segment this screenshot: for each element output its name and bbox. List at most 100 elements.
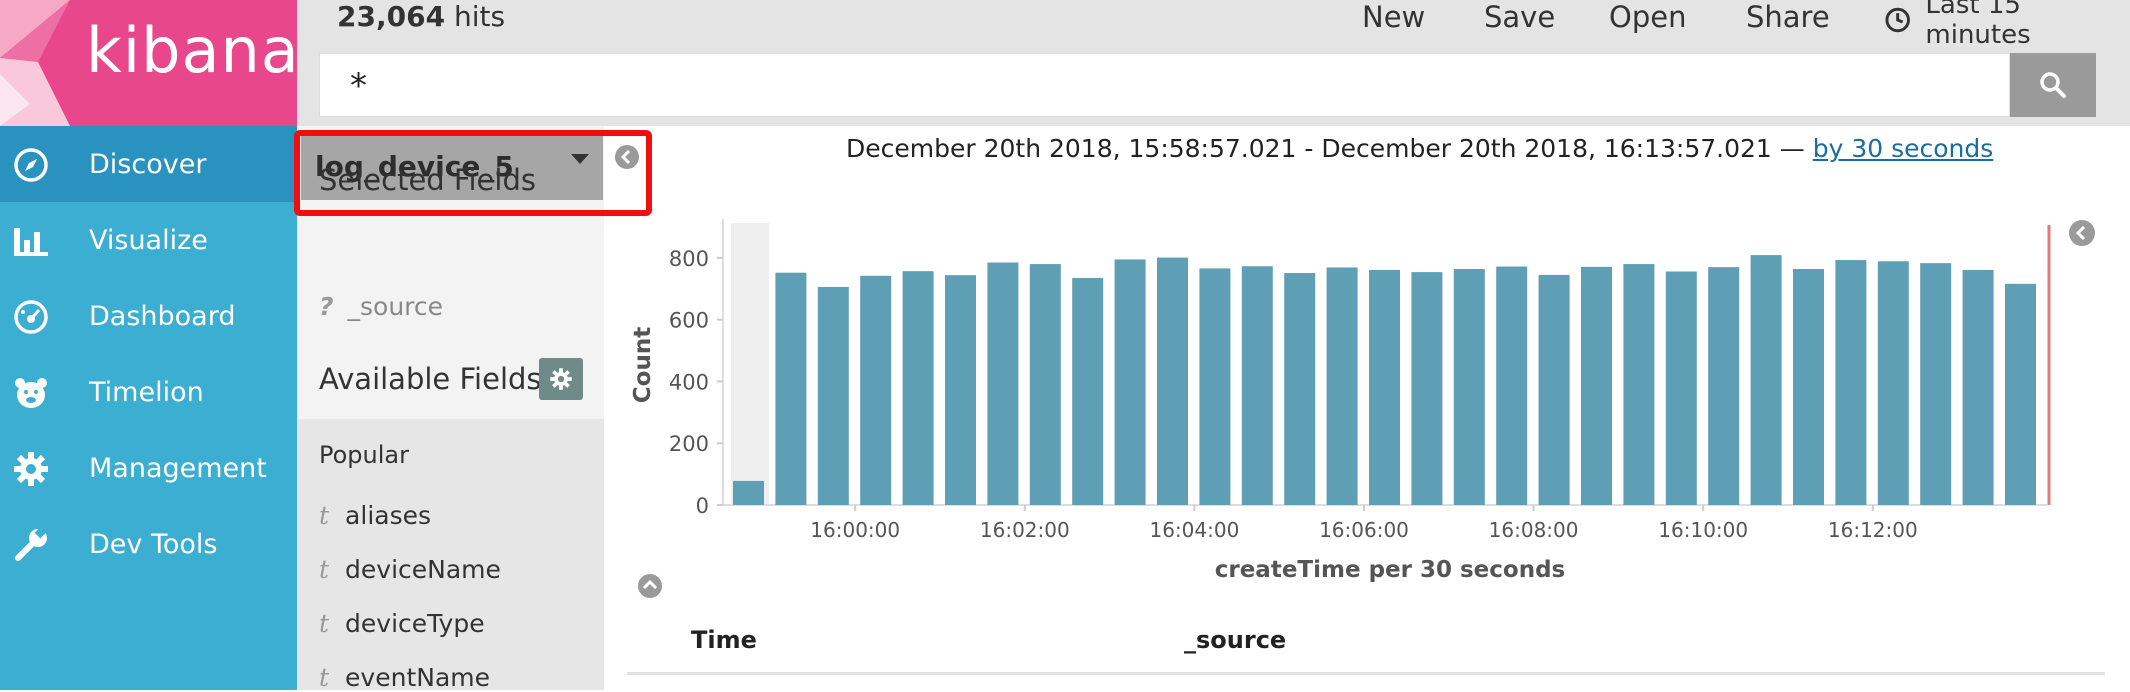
selected-field-source[interactable]: ? _source bbox=[319, 292, 443, 321]
kibana-logo[interactable]: kibana bbox=[0, 0, 297, 126]
histogram-bar bbox=[1793, 269, 1824, 505]
nav-item-visualize[interactable]: Visualize bbox=[0, 202, 297, 278]
time-range-text: December 20th 2018, 15:58:57.021 - Decem… bbox=[846, 134, 1805, 163]
x-tick-label: 16:04:00 bbox=[1149, 518, 1239, 542]
histogram-bar bbox=[1496, 266, 1528, 505]
field-name: _source bbox=[347, 292, 444, 321]
y-tick-label: 0 bbox=[696, 494, 709, 518]
y-axis-title: Count bbox=[630, 327, 656, 403]
histogram-bar bbox=[817, 286, 849, 505]
histogram-bar bbox=[1157, 257, 1188, 505]
field-type-unknown: ? bbox=[319, 292, 334, 321]
histogram-bar bbox=[775, 272, 807, 505]
field-name: eventName bbox=[345, 663, 491, 692]
histogram-bar bbox=[1453, 269, 1485, 505]
main-nav: Discover Visualize Dashboard Timelion Ma… bbox=[0, 126, 297, 690]
nav-item-dev-tools[interactable]: Dev Tools bbox=[0, 506, 297, 582]
popular-title: Popular bbox=[319, 441, 409, 469]
nav-label: Timelion bbox=[89, 376, 204, 408]
bear-icon bbox=[15, 378, 47, 408]
nav-label: Dashboard bbox=[89, 300, 236, 332]
histogram-chart: 0 200 400 600 800 16:00:00 16:02:00 16:04:00 16:… bbox=[630, 219, 2051, 583]
field-settings-button[interactable] bbox=[539, 358, 583, 400]
open-button[interactable]: Open bbox=[1609, 0, 1686, 34]
x-tick-label: 16:06:00 bbox=[1319, 518, 1409, 542]
field-name: deviceType bbox=[345, 609, 485, 638]
column-header-source[interactable]: _source bbox=[1184, 626, 1286, 654]
histogram-bar bbox=[1920, 263, 1952, 505]
y-tick-label: 200 bbox=[669, 432, 709, 456]
histogram-bar bbox=[860, 275, 892, 505]
histogram-bar bbox=[945, 275, 976, 505]
histogram-bar bbox=[1877, 261, 1909, 505]
share-button[interactable]: Share bbox=[1746, 0, 1830, 34]
field-item-devicename[interactable]: t deviceName bbox=[319, 555, 501, 584]
gear-icon bbox=[550, 368, 572, 390]
time-picker[interactable]: Last 15 minutes bbox=[1884, 0, 2130, 50]
field-item-devicetype[interactable]: t deviceType bbox=[319, 609, 485, 638]
nav-label: Dev Tools bbox=[89, 528, 218, 560]
histogram-bar bbox=[733, 480, 764, 505]
interval-link[interactable]: by 30 seconds bbox=[1813, 134, 1994, 163]
histogram-bar bbox=[1326, 267, 1358, 505]
search-button[interactable] bbox=[2010, 53, 2096, 117]
partial-bucket-shade bbox=[731, 223, 769, 505]
x-tick-label: 16:02:00 bbox=[980, 518, 1070, 542]
kibana-logo-mark-icon bbox=[0, 0, 70, 126]
nav-item-timelion[interactable]: Timelion bbox=[0, 354, 297, 430]
field-type-string: t bbox=[319, 663, 330, 692]
histogram-bar bbox=[1114, 259, 1146, 505]
time-range-label: Last 15 minutes bbox=[1925, 0, 2031, 50]
collapse-chart-icon[interactable] bbox=[2068, 219, 2096, 247]
field-item-aliases[interactable]: t aliases bbox=[319, 501, 431, 530]
nav-item-dashboard[interactable]: Dashboard bbox=[0, 278, 297, 354]
y-tick-label: 800 bbox=[669, 247, 709, 271]
histogram-bar bbox=[1284, 273, 1316, 505]
y-tick-label: 400 bbox=[669, 370, 709, 394]
hits-number: 23,064 bbox=[337, 0, 446, 33]
nav-item-discover[interactable]: Discover bbox=[0, 126, 297, 202]
table-divider bbox=[627, 672, 2105, 675]
column-header-time[interactable]: Time bbox=[691, 626, 757, 654]
dashboard-gauge-icon bbox=[14, 300, 48, 334]
x-tick-label: 16:10:00 bbox=[1658, 518, 1748, 542]
field-type-string: t bbox=[319, 555, 330, 584]
nav-label: Discover bbox=[89, 148, 207, 180]
y-tick-label: 600 bbox=[669, 309, 709, 333]
highlight-box bbox=[294, 130, 652, 216]
histogram-bar bbox=[902, 271, 934, 505]
x-tick-label: 16:08:00 bbox=[1489, 518, 1579, 542]
nav-label: Management bbox=[89, 452, 267, 484]
histogram-bar bbox=[1581, 266, 1612, 505]
collapse-sidebar-icon[interactable] bbox=[614, 144, 640, 170]
field-type-string: t bbox=[319, 501, 330, 530]
popular-fields: Popular t aliases t deviceName t deviceType… bbox=[297, 419, 604, 692]
available-fields-title: Available Fields bbox=[319, 362, 542, 396]
search-input[interactable]: * bbox=[319, 53, 2010, 117]
histogram-bar bbox=[2005, 283, 2036, 505]
hits-count: 23,064 hits bbox=[337, 0, 505, 33]
histogram-bar bbox=[987, 262, 1019, 505]
new-button[interactable]: New bbox=[1362, 0, 1425, 34]
save-button[interactable]: Save bbox=[1484, 0, 1555, 34]
time-range-summary: December 20th 2018, 15:58:57.021 - Decem… bbox=[846, 134, 1993, 163]
compass-icon bbox=[14, 148, 48, 182]
field-type-string: t bbox=[319, 609, 330, 638]
hits-label: hits bbox=[453, 0, 506, 33]
field-name: deviceName bbox=[345, 555, 501, 584]
histogram-bar bbox=[1962, 269, 1994, 505]
top-bar: 23,064 hits New Save Open Share Last 15 … bbox=[297, 0, 2130, 126]
histogram-bar bbox=[1750, 255, 1782, 505]
toggle-chart-icon[interactable] bbox=[637, 573, 663, 599]
histogram-bar bbox=[1029, 264, 1061, 505]
histogram-bar bbox=[1411, 272, 1443, 505]
search-icon bbox=[2040, 72, 2066, 98]
field-item-eventname[interactable]: t eventName bbox=[319, 663, 490, 692]
histogram-bar bbox=[1708, 267, 1740, 505]
histogram-bar bbox=[1369, 269, 1400, 505]
nav-item-management[interactable]: Management bbox=[0, 430, 297, 506]
histogram-bar bbox=[1199, 268, 1231, 505]
x-axis-title: createTime per 30 seconds bbox=[1215, 557, 1566, 583]
histogram-bar bbox=[1072, 277, 1104, 505]
histogram-bar bbox=[1538, 274, 1570, 505]
